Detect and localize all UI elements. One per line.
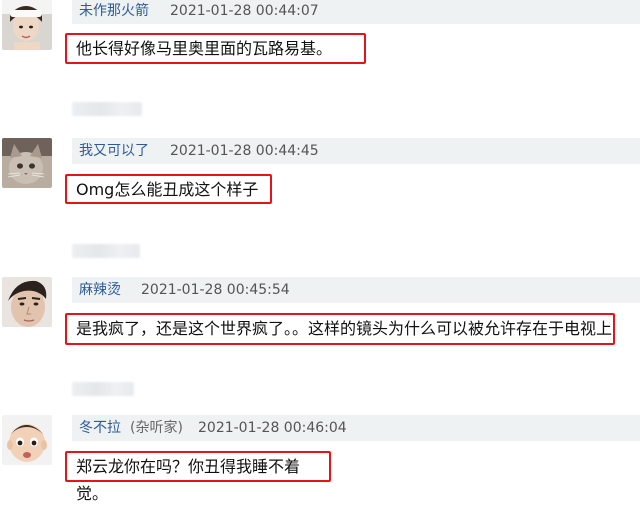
comment-timestamp: 2021-01-28 00:44:45 [170, 143, 319, 159]
user-avatar[interactable] [2, 277, 52, 327]
comment-text-highlight: 郑云龙你在吗？你丑得我睡不着觉。 [65, 451, 331, 503]
comment-timestamp: 2021-01-28 00:46:04 [198, 420, 347, 436]
user-tag: (杂听家) [130, 420, 183, 436]
avatar-girl-icon [2, 0, 52, 50]
avatar-baby-icon [2, 415, 52, 465]
comment-text-highlight: 他长得好像马里奥里面的瓦路易基。 [65, 33, 366, 64]
comment-timestamp: 2021-01-28 00:44:07 [170, 3, 319, 19]
comment-meta: 冬不拉 (杂听家) 2021-01-28 00:46:04 [72, 415, 640, 441]
user-avatar[interactable] [2, 138, 52, 188]
comment-meta: 未作那火箭 2021-01-28 00:44:07 [72, 0, 640, 24]
blurred-region [72, 102, 142, 116]
username-link[interactable]: 麻辣烫 [79, 277, 121, 303]
blurred-region [72, 382, 134, 396]
comment-text-highlight: Omg怎么能丑成这个样子 [65, 174, 272, 204]
comment-meta: 我又可以了 2021-01-28 00:44:45 [72, 138, 640, 164]
comment-item: 麻辣烫 2021-01-28 00:45:54 是我疯了，还是这个世界疯了。。这… [0, 277, 640, 396]
avatar-cat-icon [2, 138, 52, 188]
avatar-man-icon [2, 277, 52, 327]
comment-item: 我又可以了 2021-01-28 00:44:45 Omg怎么能丑成这个样子 [0, 138, 640, 258]
comment-text-highlight: 是我疯了，还是这个世界疯了。。这样的镜头为什么可以被允许存在于电视上 [65, 313, 615, 345]
username-link[interactable]: 冬不拉 [79, 415, 121, 441]
username-link[interactable]: 我又可以了 [79, 138, 149, 164]
user-avatar[interactable] [2, 415, 52, 465]
comment-timestamp: 2021-01-28 00:45:54 [141, 282, 290, 298]
comment-item: 冬不拉 (杂听家) 2021-01-28 00:46:04 郑云龙你在吗？你丑得… [0, 415, 640, 515]
blurred-region [72, 244, 140, 258]
comment-meta: 麻辣烫 2021-01-28 00:45:54 [72, 277, 640, 303]
username-link[interactable]: 未作那火箭 [79, 0, 149, 24]
comment-item: 未作那火箭 2021-01-28 00:44:07 他长得好像马里奥里面的瓦路易… [0, 0, 640, 116]
user-avatar[interactable] [2, 0, 52, 50]
